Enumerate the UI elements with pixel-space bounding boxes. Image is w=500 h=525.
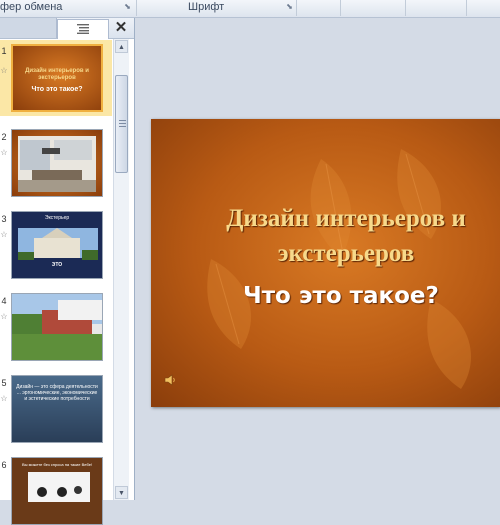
slide-preview: Дизайн — это сфера деятельности ... эрго… (11, 375, 103, 443)
scroll-down-arrow-icon[interactable]: ▼ (115, 486, 128, 499)
slide-thumbnail-2[interactable]: 2 ☆ (0, 128, 112, 200)
slide-number: 5 (1, 378, 7, 388)
slide-number: 1 (1, 46, 7, 56)
motorbike-photo (28, 472, 90, 502)
garden-photo (12, 294, 102, 360)
panel-tabs: ✕ (0, 18, 134, 39)
ribbon-group-labels: фер обмена ⬊ Шрифт ⬊ (0, 0, 500, 18)
thumb-body-text: Дизайн — это сфера деятельности ... эрго… (16, 384, 98, 402)
interior-photo (18, 136, 96, 192)
ribbon-separator (466, 0, 467, 16)
grip-line (119, 126, 126, 127)
ribbon-separator (405, 0, 406, 16)
thumb-subtitle: Что это такое? (31, 86, 83, 93)
close-panel-button[interactable]: ✕ (112, 19, 130, 37)
slide-subtitle[interactable]: Что это такое? (181, 283, 500, 309)
sound-icon[interactable] (164, 374, 176, 386)
ribbon-separator (136, 0, 137, 16)
grip-line (119, 123, 126, 124)
slide-number: 6 (1, 460, 7, 470)
slide-preview: Дизайн интерьеров и экстерьеров Что это … (11, 44, 103, 112)
tab-outline[interactable] (0, 18, 57, 38)
clipboard-launcher-icon[interactable]: ⬊ (123, 2, 132, 11)
transition-star-icon: ☆ (0, 66, 8, 75)
clipboard-group-label: фер обмена (0, 1, 63, 13)
slide-editor-area: Дизайн интерьеров и экстерьеров Что это … (135, 18, 500, 500)
tab-slides[interactable] (57, 19, 109, 39)
slide-number: 4 (1, 296, 7, 306)
slide-thumbnail-5[interactable]: 5 ☆ Дизайн — это сфера деятельности ... … (0, 374, 112, 446)
slide-number: 3 (1, 214, 7, 224)
thumb-title-line2: экстерьеров (38, 75, 76, 81)
slide-preview: Экстерьер ЭТО (11, 211, 103, 279)
transition-star-icon: ☆ (0, 312, 8, 321)
slide-thumbnail-1[interactable]: 1 ☆ Дизайн интерьеров и экстерьеров Что … (0, 40, 112, 116)
transition-star-icon: ☆ (0, 148, 8, 157)
font-group-label: Шрифт (188, 1, 225, 13)
outline-icon (77, 24, 89, 34)
slide-thumbnail-3[interactable]: 3 ☆ Экстерьер ЭТО (0, 210, 112, 282)
transition-star-icon: ☆ (0, 230, 8, 239)
slides-scrollbar[interactable]: ▲ ▼ (113, 39, 129, 500)
slide-preview (11, 129, 103, 197)
scroll-up-arrow-icon[interactable]: ▲ (115, 40, 128, 53)
slides-panel: ✕ 1 ☆ Дизайн интерьеров и экстерьеров Чт… (0, 18, 135, 525)
scrollbar-thumb[interactable] (115, 75, 128, 173)
slide-number: 2 (1, 132, 7, 142)
slide-preview (11, 293, 103, 361)
grip-line (119, 120, 126, 121)
ribbon-separator (340, 0, 341, 16)
transition-star-icon: ☆ (0, 394, 8, 403)
slide-title[interactable]: Дизайн интерьеров и экстерьеров (181, 201, 500, 271)
font-launcher-icon[interactable]: ⬊ (285, 2, 294, 11)
ribbon-separator (296, 0, 297, 16)
current-slide[interactable]: Дизайн интерьеров и экстерьеров Что это … (151, 119, 500, 407)
slide-thumbnail-6[interactable]: 6 Вы можете без спроса на такие Вебе! (0, 456, 112, 525)
slide-preview: Вы можете без спроса на такие Вебе! (11, 457, 103, 525)
slide-thumbnail-4[interactable]: 4 ☆ (0, 292, 112, 364)
thumb-title-line1: Дизайн интерьеров и (25, 68, 89, 74)
thumb-caption-mid: ЭТО (51, 262, 63, 268)
